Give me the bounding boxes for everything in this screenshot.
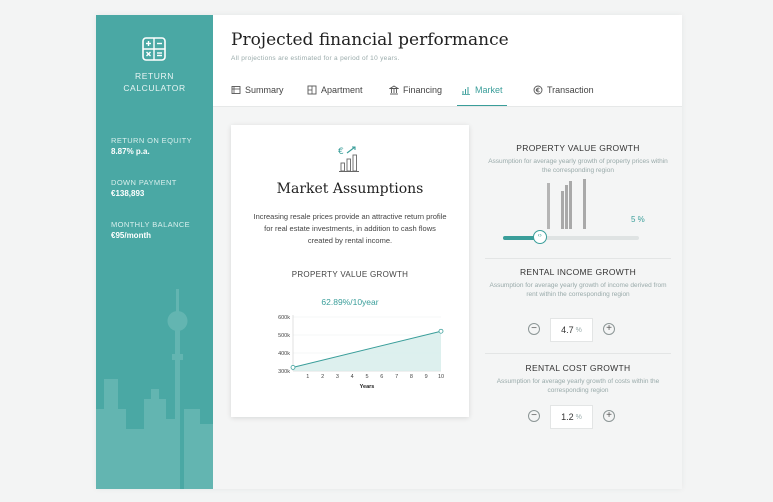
x-tick-label: 6 [380, 374, 383, 380]
y-tick-label: 300k [278, 369, 290, 375]
growth-history-bars [547, 179, 586, 229]
x-axis-label: Years [360, 384, 375, 390]
metric-value: 8.87% p.a. [111, 147, 150, 156]
metric-label: RETURN ON EQUITY [111, 136, 192, 145]
metric-label: DOWN PAYMENT [111, 178, 177, 187]
property-growth-slider-handle[interactable]: ‹› [532, 230, 547, 244]
rental-cost-growth-section: RENTAL COST GROWTH Assumption for averag… [485, 363, 671, 395]
series-area [293, 331, 441, 371]
tab-market[interactable]: Market [457, 85, 507, 107]
app-window: RETURN CALCULATOR RETURN ON EQUITY 8.87%… [96, 15, 682, 489]
tab-label: Summary [245, 85, 284, 95]
main-panel: Projected financial performance All proj… [213, 15, 682, 489]
stepper-unit: % [575, 326, 582, 334]
sidebar-title: RETURN CALCULATOR [96, 70, 213, 94]
rental-cost-stepper: − 1.2 % + [485, 405, 671, 429]
euro-growth-chart-icon: € [338, 146, 359, 172]
content-area: € Market Assumptions Increasing resale p… [213, 107, 682, 489]
summary-icon [231, 86, 241, 94]
calculator-icon [142, 37, 166, 61]
rental-income-decrement-button[interactable]: − [528, 323, 540, 335]
x-tick-label: 4 [351, 374, 354, 380]
metric-value: €95/month [111, 231, 152, 240]
property-growth-value: 5 % [631, 215, 645, 224]
series-point [290, 365, 296, 370]
section-description: Assumption for average yearly growth of … [488, 158, 668, 174]
tab-label: Financing [403, 85, 443, 95]
tab-financing[interactable]: Financing [389, 85, 442, 105]
market-assumptions-card: € Market Assumptions Increasing resale p… [231, 125, 469, 417]
metric-return-on-equity: RETURN ON EQUITY 8.87% p.a. [111, 136, 192, 156]
rental-cost-increment-button[interactable]: + [603, 410, 615, 422]
x-tick-label: 9 [425, 374, 428, 380]
tab-label: Market [475, 85, 503, 95]
apartment-icon [307, 85, 317, 95]
metric-down-payment: DOWN PAYMENT €138,893 [111, 178, 177, 198]
stepper-value: 4.7 [561, 325, 574, 335]
stepper-value: 1.2 [561, 412, 574, 422]
series-point [438, 328, 444, 334]
y-tick-label: 600k [278, 315, 290, 321]
tab-summary[interactable]: Summary [231, 85, 284, 105]
transaction-icon [533, 85, 543, 95]
sidebar-title-line2: CALCULATOR [123, 83, 186, 93]
tab-label: Transaction [547, 85, 594, 95]
city-skyline-illustration [96, 289, 213, 489]
rental-cost-decrement-button[interactable]: − [528, 410, 540, 422]
metric-label: MONTHLY BALANCE [111, 220, 191, 229]
section-description: Assumption for average yearly growth of … [496, 378, 660, 394]
x-tick-label: 10 [438, 374, 444, 380]
tab-transaction[interactable]: Transaction [533, 85, 594, 105]
section-title: RENTAL COST GROWTH [525, 363, 631, 373]
sidebar: RETURN CALCULATOR RETURN ON EQUITY 8.87%… [96, 15, 213, 489]
y-tick-label: 400k [278, 351, 290, 357]
section-title: RENTAL INCOME GROWTH [519, 267, 637, 277]
section-separator [485, 258, 671, 259]
property-value-growth-chart: 300k 400k 500k 600k 1 2 3 4 5 6 7 8 9 10 Years [278, 315, 444, 390]
sidebar-title-line1: RETURN [134, 71, 174, 81]
x-tick-label: 2 [321, 374, 324, 380]
tab-label: Apartment [321, 85, 363, 95]
rental-income-growth-section: RENTAL INCOME GROWTH Assumption for aver… [485, 267, 671, 299]
rental-income-stepper: − 4.7 % + [485, 318, 671, 342]
rental-income-input[interactable]: 4.7 % [550, 318, 593, 342]
rental-income-increment-button[interactable]: + [603, 323, 615, 335]
card-title: Market Assumptions [276, 181, 424, 197]
x-tick-label: 7 [395, 374, 398, 380]
rental-cost-input[interactable]: 1.2 % [550, 405, 593, 429]
property-value-growth-section: PROPERTY VALUE GROWTH Assumption for ave… [485, 143, 671, 175]
y-tick-label: 500k [278, 333, 290, 339]
tab-apartment[interactable]: Apartment [307, 85, 363, 105]
x-tick-label: 5 [365, 374, 368, 380]
x-tick-label: 3 [336, 374, 339, 380]
section-title: PROPERTY VALUE GROWTH [516, 143, 640, 153]
bank-icon [389, 85, 399, 95]
section-description: Assumption for average yearly growth of … [489, 282, 667, 298]
card-description: Increasing resale prices provide an attr… [253, 212, 447, 245]
stepper-unit: % [575, 413, 582, 421]
metric-value: €138,893 [111, 189, 145, 198]
x-tick-label: 8 [410, 374, 413, 380]
section-separator [485, 353, 671, 354]
chart-subtitle: 62.89%/10year [321, 297, 379, 307]
svg-text:€: € [338, 147, 344, 157]
market-chart-icon [462, 87, 470, 95]
x-tick-label: 1 [306, 374, 309, 380]
page-subtitle: All projections are estimated for a peri… [231, 55, 400, 62]
chart-title: PROPERTY VALUE GROWTH [291, 270, 409, 279]
metric-monthly-balance: MONTHLY BALANCE €95/month [111, 220, 190, 240]
page-title: Projected financial performance [231, 30, 509, 50]
